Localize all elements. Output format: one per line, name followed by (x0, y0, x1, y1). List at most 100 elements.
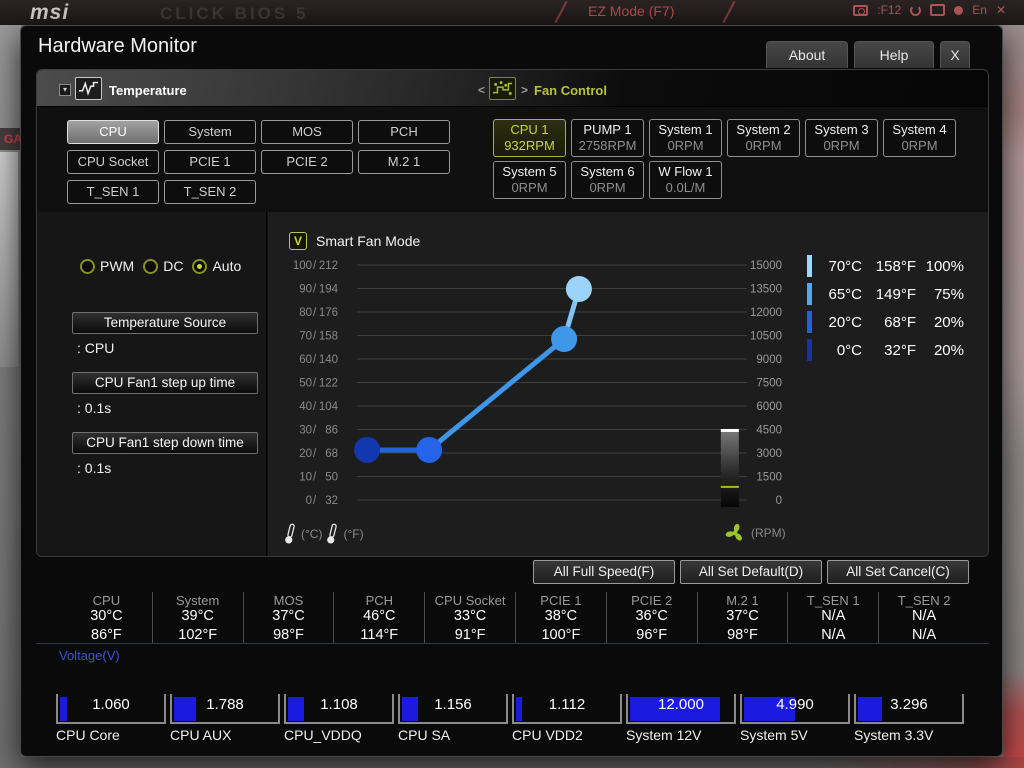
sensor-readout-mos: MOS 37°C 98°F (242, 592, 334, 643)
fan-button-cpu-1[interactable]: CPU 1 932RPM (493, 119, 566, 157)
fan-rpm-value: 0RPM (667, 138, 704, 153)
temp-sensor-button-t-sen-2[interactable]: T_SEN 2 (164, 180, 256, 204)
fan-rpm-value: 0RPM (745, 138, 782, 153)
fan-button-system-2[interactable]: System 2 0RPM (727, 119, 800, 157)
screenshot-icon[interactable] (853, 4, 869, 16)
breakpoint-fahrenheit: 149°F (875, 285, 916, 303)
voltage-rail-name: CPU SA (398, 727, 451, 743)
voltage-value: 1.788 (206, 696, 244, 713)
temperature-buttons: CPU System MOS PCH CPU Socket PCIE 1 PCIE 2 M.2… (67, 120, 450, 210)
all-set-default-button[interactable]: All Set Default(D) (680, 560, 822, 584)
right-axis-tick: 3000 (756, 448, 782, 460)
all-set-cancel-button[interactable]: All Set Cancel(C) (827, 560, 969, 584)
refresh-icon[interactable] (910, 4, 922, 16)
temp-sensor-button-pch[interactable]: PCH (358, 120, 450, 144)
smart-fan-mode-label: Smart Fan Mode (316, 233, 421, 249)
right-axis-tick: 4500 (756, 425, 782, 437)
collapse-toggle-icon[interactable]: ▾ (59, 84, 71, 96)
radio-icon (80, 258, 95, 274)
fan-mode-radio-dc[interactable]: DC (143, 258, 183, 274)
fan-button-system-6[interactable]: System 6 0RPM (571, 161, 644, 199)
right-axis-tick: 7500 (756, 378, 782, 390)
f12-label: :F12 (877, 3, 902, 17)
breakpoint-fahrenheit: 32°F (884, 341, 916, 359)
fan-button-system-1[interactable]: System 1 0RPM (649, 119, 722, 157)
close-button[interactable]: X (940, 41, 970, 68)
temp-sensor-button-mos[interactable]: MOS (261, 120, 353, 144)
svg-text:/: / (313, 472, 317, 484)
right-axis-tick: 9000 (756, 354, 782, 366)
fan-curve-point[interactable] (354, 436, 381, 463)
svg-text:/: / (313, 378, 317, 390)
temp-sensor-button-cpu[interactable]: CPU (67, 120, 159, 144)
voltage-gauge: 1.788 (170, 694, 280, 724)
temp-sensor-button-pcie-2[interactable]: PCIE 2 (261, 150, 353, 174)
fan-button-system-4[interactable]: System 4 0RPM (883, 119, 956, 157)
svg-text:/: / (313, 354, 317, 366)
fan-rpm-value: 0RPM (589, 180, 626, 195)
voltage-rail-system-12v: 12.000 System 12V (626, 694, 736, 743)
temp-sensor-button-cpu-socket[interactable]: CPU Socket (67, 150, 159, 174)
slider-handle[interactable] (720, 428, 739, 432)
voltage-value: 1.156 (434, 696, 472, 713)
fan-name: System 4 (892, 122, 947, 137)
sensor-celsius: 37°C (726, 608, 759, 624)
bios-bottom-strip (0, 757, 1024, 768)
cpu-fan1-step-up-time-button[interactable]: CPU Fan1 step up time (72, 372, 258, 394)
left-axis-tick-f: 32 (325, 495, 338, 507)
bios-close-icon[interactable]: ✕ (996, 3, 1006, 17)
temp-sensor-button-pcie-1[interactable]: PCIE 1 (164, 150, 256, 174)
fan-button-pump-1[interactable]: PUMP 1 2758RPM (571, 119, 644, 157)
about-button[interactable]: About (766, 41, 848, 68)
svg-text:/: / (313, 260, 317, 272)
right-axis-tick: 12000 (750, 307, 782, 319)
sensor-readout-cpu-socket: CPU Socket 33°C 91°F (424, 592, 515, 643)
temp-sensor-button-system[interactable]: System (164, 120, 256, 144)
fan-icon (725, 523, 743, 541)
temp-sensor-button-t-sen-1[interactable]: T_SEN 1 (67, 180, 159, 204)
bios-left-strip: GA (0, 25, 22, 757)
voltage-gauge: 1.156 (398, 694, 508, 724)
temp-sensor-button-m-2-1[interactable]: M.2 1 (358, 150, 450, 174)
fan-curve-point[interactable] (416, 436, 443, 463)
cpu-fan1-step-down-time-button[interactable]: CPU Fan1 step down time (72, 432, 258, 454)
language-label[interactable]: En (972, 3, 987, 17)
temperature-source-button[interactable]: Temperature Source (72, 312, 258, 334)
breakpoint-color-bar (807, 311, 812, 333)
voltage-section-title: Voltage(V) (59, 648, 120, 663)
fan-control-chart-icon (489, 77, 516, 100)
fan-button-system-3[interactable]: System 3 0RPM (805, 119, 878, 157)
fan-button-w-flow-1[interactable]: W Flow 1 0.0L/M (649, 161, 722, 199)
voltage-gauge: 1.060 (56, 694, 166, 724)
left-axis-tick-c: 30 (299, 425, 312, 437)
fan-speed-slider[interactable] (720, 429, 739, 508)
fan-mode-radio-auto[interactable]: Auto (192, 258, 241, 274)
fan-breakpoint-row: 20°C 68°F 20% (807, 311, 964, 333)
ez-mode-button[interactable]: EZ Mode (F7) (588, 3, 674, 19)
breakpoint-percent: 20% (933, 313, 964, 331)
fan-next-arrow[interactable]: > (521, 83, 528, 97)
left-axis-tick-c: 50 (299, 378, 312, 390)
fan-curve-point[interactable] (551, 326, 578, 353)
fan-curve-point[interactable] (565, 275, 592, 302)
fan-mode-radio-pwm[interactable]: PWM (80, 258, 134, 274)
svg-text:/: / (313, 331, 317, 343)
breakpoint-celsius: 70°C (828, 257, 862, 275)
fan-settings-panel: PWM DC Auto Temperature Source: CPU CPU Fan… (37, 212, 267, 556)
smart-fan-mode-checkbox[interactable]: V Smart Fan Mode (289, 232, 420, 250)
sensor-fahrenheit: 98°F (273, 627, 304, 643)
fan-buttons: CPU 1 932RPM PUMP 1 2758RPM System 1 0RPM Syst… (493, 119, 956, 203)
breakpoint-color-bar (807, 283, 812, 305)
all-full-speed-button[interactable]: All Full Speed(F) (533, 560, 675, 584)
fan-prev-arrow[interactable]: < (478, 83, 485, 97)
fahrenheit-unit-label: (°F) (343, 527, 364, 541)
bios-left-panel (0, 152, 18, 367)
fan-curve-chart[interactable]: 100/212 1500090/194 1350080/176 1200070/158… (282, 252, 792, 517)
help-button[interactable]: Help (854, 41, 934, 68)
monitor-icon[interactable] (930, 4, 946, 16)
voltage-gauge: 12.000 (626, 694, 736, 724)
left-axis-tick-c: 20 (299, 448, 312, 460)
fan-button-system-5[interactable]: System 5 0RPM (493, 161, 566, 199)
right-axis-tick: 1500 (756, 472, 782, 484)
rpm-axis-caption: (RPM) (725, 523, 786, 543)
